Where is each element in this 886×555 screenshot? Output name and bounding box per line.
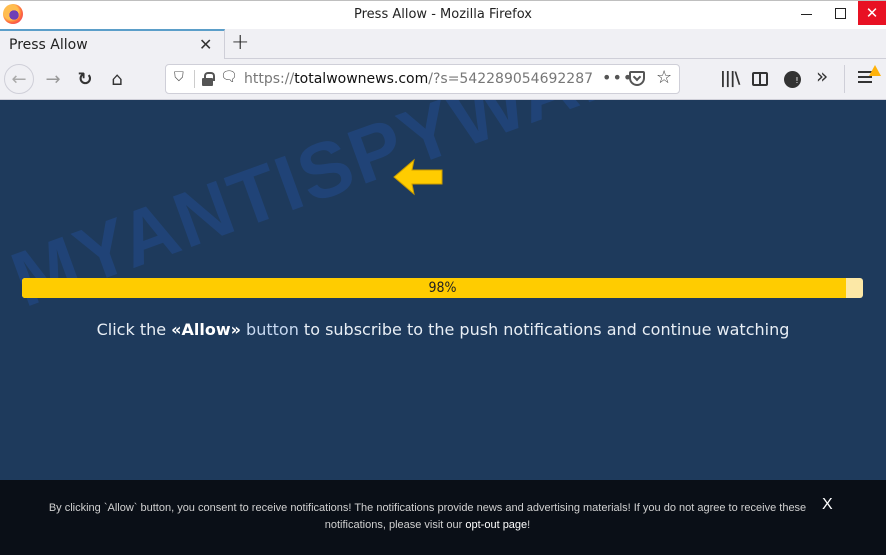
consent-footer: By clicking `Allow` button, you consent … (0, 480, 886, 555)
forward-button[interactable]: → (40, 67, 66, 91)
tab-title: Press Allow (9, 37, 88, 53)
footer-close-button[interactable]: X (822, 496, 833, 514)
lock-icon[interactable] (202, 72, 215, 86)
notification-permission-icon[interactable]: 🗨 (220, 69, 238, 85)
opt-out-link[interactable]: opt-out page (465, 519, 527, 531)
minimize-icon (800, 13, 812, 15)
navigation-toolbar: ← → ↻ ⌂ ⛉ 🗨 https://totalwownews.com/?s=… (0, 59, 886, 100)
home-button[interactable]: ⌂ (104, 67, 130, 91)
account-icon[interactable] (784, 71, 802, 88)
url-bar-separator (194, 70, 195, 88)
update-warning-icon (869, 65, 881, 76)
sidebar-icon[interactable] (752, 72, 768, 86)
consent-text: By clicking `Allow` button, you consent … (40, 500, 815, 534)
overflow-menu-icon[interactable]: » (816, 64, 828, 88)
bookmark-star-icon[interactable]: ☆ (656, 67, 672, 88)
progress-label: 98% (428, 280, 457, 296)
pocket-icon[interactable] (629, 71, 645, 86)
tab-press-allow[interactable]: Press Allow ✕ (0, 29, 225, 59)
tab-bar: Press Allow ✕ + (0, 29, 886, 59)
url-path: /?s=542289054692287 (428, 71, 594, 87)
maximize-icon (834, 7, 846, 19)
arrow-left-icon (393, 158, 443, 196)
maximize-button[interactable] (826, 1, 854, 25)
toolbar-separator (844, 65, 845, 93)
url-bar[interactable]: ⛉ 🗨 https://totalwownews.com/?s=54228905… (165, 64, 680, 94)
library-icon[interactable]: |||\ (720, 68, 740, 87)
page-content: MYANTISPYWARE.COM 98% Click the «Allow» … (0, 100, 886, 480)
consent-body: By clicking `Allow` button, you consent … (48, 502, 807, 531)
back-button[interactable]: ← (4, 64, 34, 94)
tracking-protection-shield-icon[interactable]: ⛉ (174, 70, 184, 85)
window-title: Press Allow - Mozilla Firefox (354, 7, 532, 22)
minimize-button[interactable] (792, 1, 820, 25)
tab-close-icon[interactable]: ✕ (199, 35, 212, 54)
url-host: totalwownews.com (294, 71, 429, 87)
window-titlebar: Press Allow - Mozilla Firefox ✕ (0, 0, 886, 29)
message-allow: «Allow» (171, 320, 241, 339)
progress-bar: 98% (22, 278, 863, 298)
new-tab-button[interactable]: + (231, 30, 249, 55)
message-before: Click the (96, 320, 172, 339)
message-after: to subscribe to the push notifications a… (298, 320, 790, 339)
message-button-word: button (240, 320, 299, 339)
instruction-message: Click the «Allow» button to subscribe to… (0, 320, 886, 339)
window-close-button[interactable]: ✕ (858, 1, 886, 25)
url-prefix: https:// (244, 71, 295, 87)
consent-suffix: ! (527, 519, 531, 531)
reload-button[interactable]: ↻ (72, 67, 98, 91)
url-text[interactable]: https://totalwownews.com/?s=542289054692… (244, 71, 599, 87)
